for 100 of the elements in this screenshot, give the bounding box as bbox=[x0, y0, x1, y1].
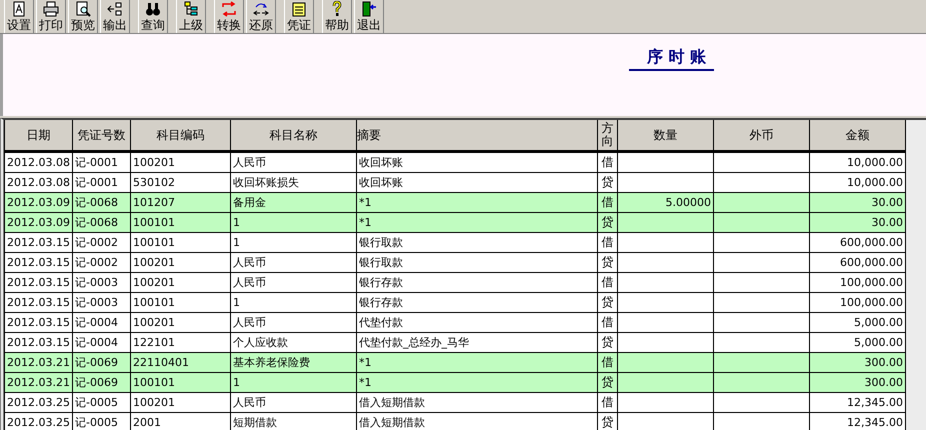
table-cell: 2012.03.15 bbox=[4, 252, 72, 272]
table-cell: 5,000.00 bbox=[810, 332, 906, 352]
toolbar-button[interactable]: 输出 bbox=[100, 0, 130, 33]
toolbar-button[interactable]: 凭证 bbox=[284, 0, 314, 33]
table-cell: 记-0068 bbox=[72, 192, 130, 212]
table-cell: 借 bbox=[598, 192, 618, 212]
table-cell: 22110401 bbox=[130, 352, 230, 372]
table-cell: 300.00 bbox=[810, 372, 906, 392]
table-cell: 借 bbox=[598, 272, 618, 292]
table-cell: 2012.03.25 bbox=[4, 392, 72, 412]
table-cell: 收回坏账 bbox=[356, 152, 598, 172]
table-cell: 2012.03.09 bbox=[4, 212, 72, 232]
table-cell: 100101 bbox=[130, 232, 230, 252]
table-cell: 借入短期借款 bbox=[356, 392, 598, 412]
table-cell: 2012.03.21 bbox=[4, 352, 72, 372]
table-cell: 10,000.00 bbox=[810, 152, 906, 172]
table-cell: 人民币 bbox=[230, 312, 356, 332]
toolbar-button[interactable]: 查询 bbox=[138, 0, 168, 33]
column-header[interactable]: 科目名称 bbox=[230, 120, 356, 152]
table-cell: 100,000.00 bbox=[810, 272, 906, 292]
table-cell: 2012.03.15 bbox=[4, 232, 72, 252]
table-cell: 基本养老保险费 bbox=[230, 352, 356, 372]
table-cell: 人民币 bbox=[230, 252, 356, 272]
table-cell: 100201 bbox=[130, 152, 230, 172]
swap-arrows-icon bbox=[221, 1, 237, 17]
table-cell: 记-0001 bbox=[72, 152, 130, 172]
toolbar-button[interactable]: 转换 bbox=[214, 0, 244, 33]
table-cell: 记-0068 bbox=[72, 212, 130, 232]
table-cell: *1 bbox=[356, 372, 598, 392]
table-cell: 530102 bbox=[130, 172, 230, 192]
table-cell: 30.00 bbox=[810, 192, 906, 212]
settings-icon bbox=[11, 1, 27, 17]
table-cell: 代垫付款_总经办_马华 bbox=[356, 332, 598, 352]
table-cell: 12,345.00 bbox=[810, 392, 906, 412]
toolbar-button[interactable]: 还原 bbox=[246, 0, 276, 33]
table-cell: 2012.03.15 bbox=[4, 332, 72, 352]
column-header[interactable]: 摘要 bbox=[356, 120, 598, 152]
table-cell: 2001 bbox=[130, 412, 230, 430]
table-cell: 记-0005 bbox=[72, 392, 130, 412]
table-cell: 10,000.00 bbox=[810, 172, 906, 192]
table-cell: 2012.03.15 bbox=[4, 312, 72, 332]
table-cell: 贷 bbox=[598, 332, 618, 352]
table-cell: 300.00 bbox=[810, 352, 906, 372]
toolbar-button[interactable]: 帮助 bbox=[322, 0, 352, 33]
table-cell: 代垫付款 bbox=[356, 312, 598, 332]
table-cell: 贷 bbox=[598, 212, 618, 232]
table-cell: 贷 bbox=[598, 172, 618, 192]
table-cell: 100201 bbox=[130, 312, 230, 332]
table-cell: 600,000.00 bbox=[810, 232, 906, 252]
binoculars-icon bbox=[145, 1, 161, 17]
table-cell: 借入短期借款 bbox=[356, 412, 598, 430]
table-cell: 银行取款 bbox=[356, 232, 598, 252]
restore-arrows-icon bbox=[253, 1, 269, 17]
toolbar-button[interactable]: 上级 bbox=[176, 0, 206, 33]
table-cell: 借 bbox=[598, 312, 618, 332]
column-header[interactable]: 科目编码 bbox=[130, 120, 230, 152]
table-cell: 收回坏账 bbox=[356, 172, 598, 192]
table-cell: 个人应收款 bbox=[230, 332, 356, 352]
table-cell: 1 bbox=[230, 212, 356, 232]
table-cell: 1 bbox=[230, 292, 356, 312]
column-header[interactable]: 凭证号数 bbox=[72, 120, 130, 152]
table-cell: *1 bbox=[356, 192, 598, 212]
column-header[interactable]: 数量 bbox=[618, 120, 714, 152]
table-cell: 5,000.00 bbox=[810, 312, 906, 332]
column-header[interactable]: 金额 bbox=[810, 120, 906, 152]
table-cell: 记-0003 bbox=[72, 292, 130, 312]
column-header[interactable]: 外币 bbox=[714, 120, 810, 152]
toolbar-button[interactable]: 设置 bbox=[4, 0, 34, 33]
table-cell: 借 bbox=[598, 392, 618, 412]
exit-door-icon bbox=[361, 1, 377, 17]
toolbar-button[interactable]: 预览 bbox=[68, 0, 98, 33]
table-cell: 借 bbox=[598, 232, 618, 252]
table-cell: 记-0004 bbox=[72, 312, 130, 332]
table-cell: 贷 bbox=[598, 292, 618, 312]
table-cell: 记-0002 bbox=[72, 252, 130, 272]
magnifier-page-icon bbox=[75, 1, 91, 17]
table-cell: *1 bbox=[356, 212, 598, 232]
tree-icon bbox=[183, 1, 199, 17]
table-cell: 122101 bbox=[130, 332, 230, 352]
report-title: 序 时 账 bbox=[628, 47, 714, 71]
table-cell: 101207 bbox=[130, 192, 230, 212]
table-cell: 人民币 bbox=[230, 152, 356, 172]
toolbar-button[interactable]: 打印 bbox=[36, 0, 66, 33]
table-cell: 100201 bbox=[130, 272, 230, 292]
table-cell: 100101 bbox=[130, 292, 230, 312]
column-header[interactable]: 日期 bbox=[4, 120, 72, 152]
table-cell: 100201 bbox=[130, 392, 230, 412]
table-cell: 备用金 bbox=[230, 192, 356, 212]
toolbar-button[interactable]: 退出 bbox=[354, 0, 384, 33]
voucher-icon bbox=[291, 1, 307, 17]
table-cell: 12,345.00 bbox=[810, 412, 906, 430]
table-cell: 银行取款 bbox=[356, 252, 598, 272]
table-cell: 2012.03.08 bbox=[4, 172, 72, 192]
table-cell: 记-0003 bbox=[72, 272, 130, 292]
table-cell: 银行存款 bbox=[356, 272, 598, 292]
export-icon bbox=[107, 1, 123, 17]
table-cell: 2012.03.25 bbox=[4, 412, 72, 430]
table-cell: 记-0069 bbox=[72, 372, 130, 392]
table-cell: 5.00000 bbox=[618, 192, 714, 212]
table-cell: 1 bbox=[230, 372, 356, 392]
